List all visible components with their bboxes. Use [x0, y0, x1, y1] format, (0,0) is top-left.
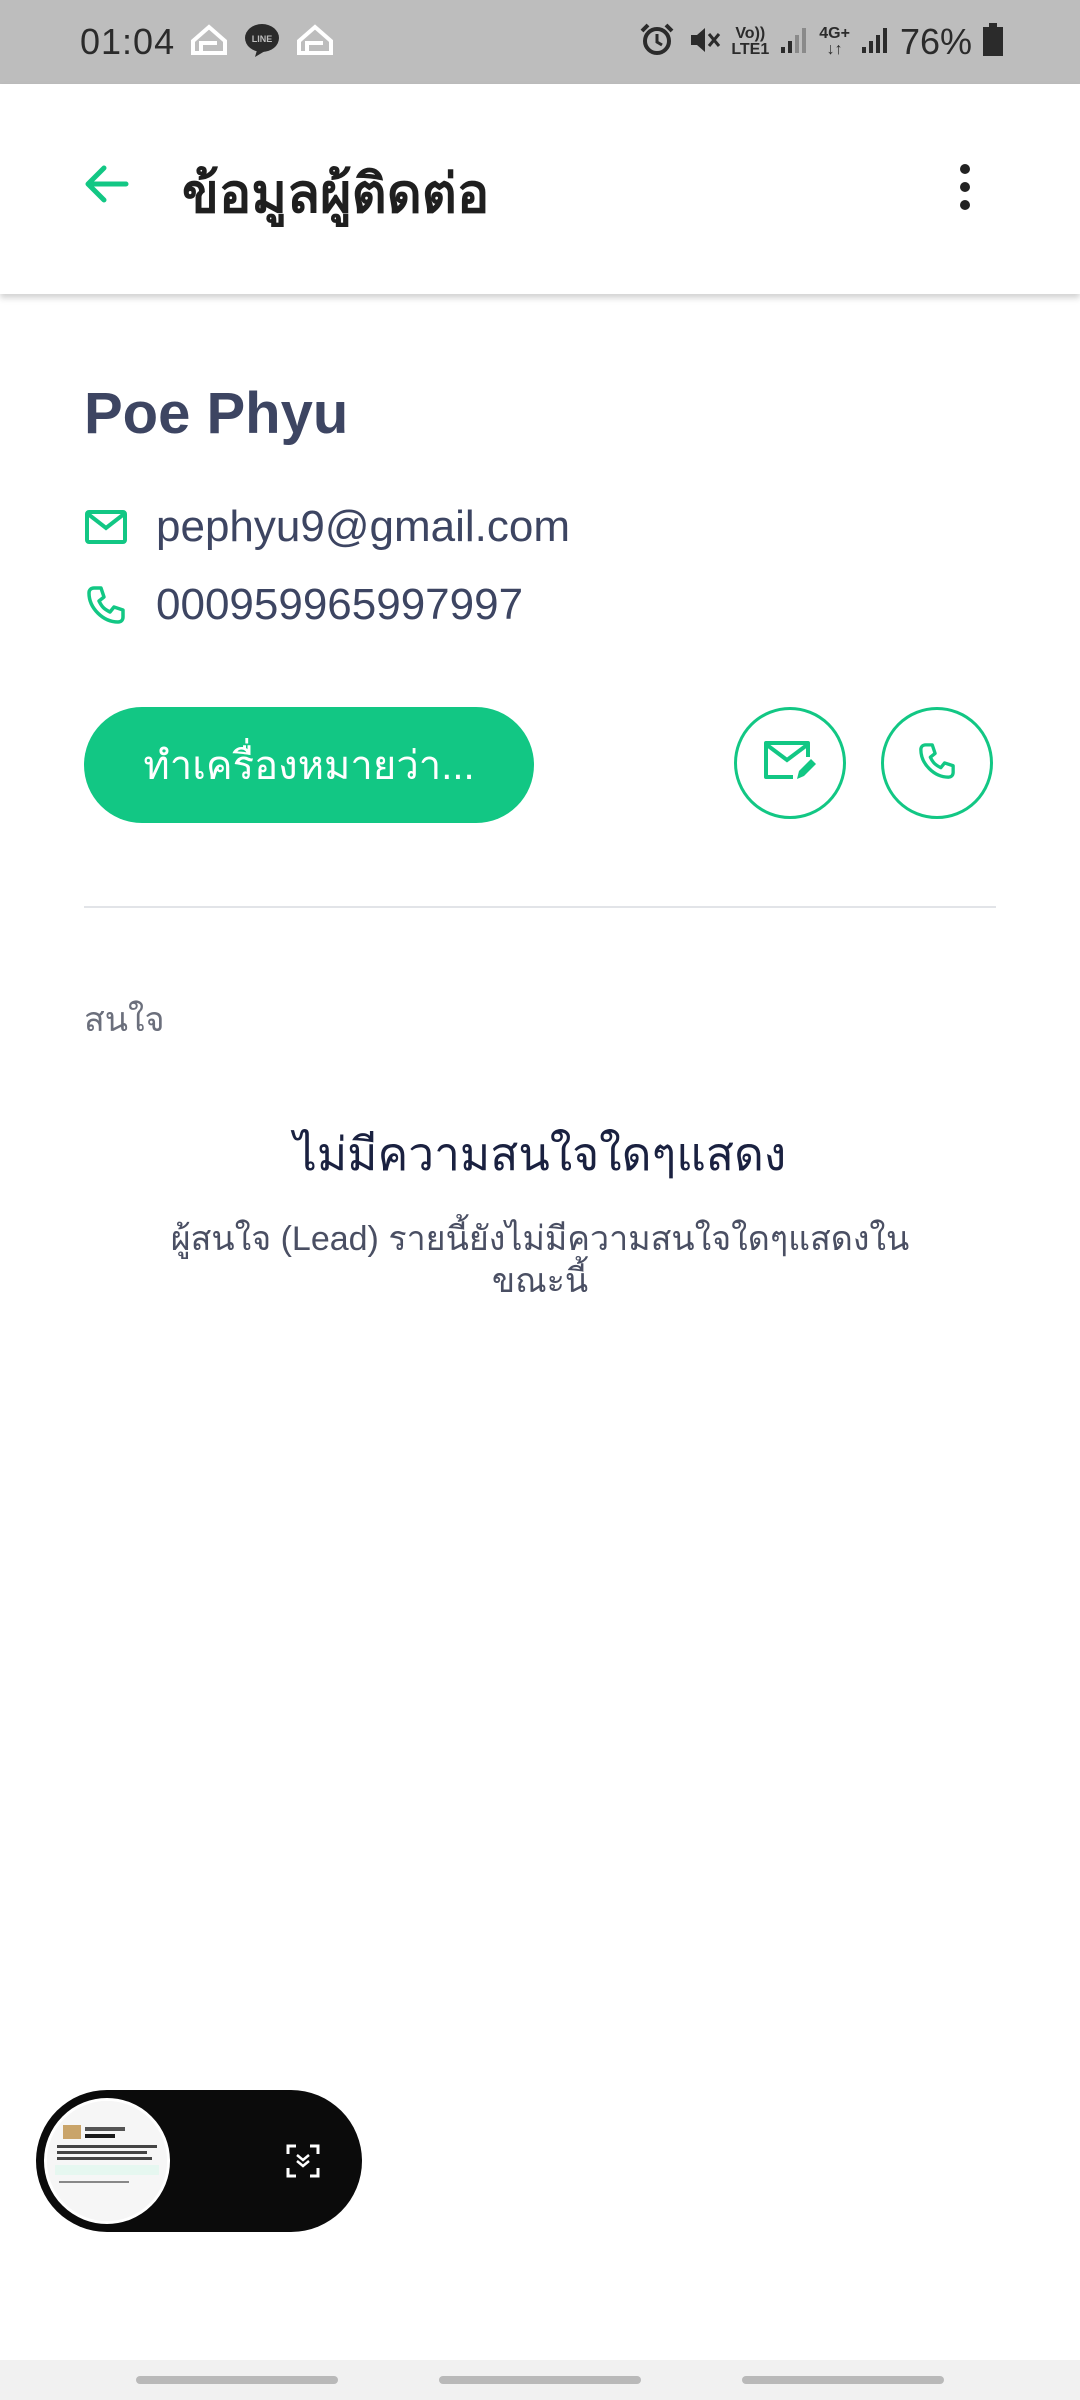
status-left: 01:04 LINE [80, 21, 335, 63]
home-icon [189, 23, 229, 62]
volte-label: Vo)) LTE1 [731, 26, 769, 58]
mute-icon [685, 22, 721, 63]
app-bar: ข้อมูลผู้ติดต่อ [0, 84, 1080, 294]
floating-preview-pill[interactable] [36, 2090, 362, 2232]
more-options-button[interactable] [940, 154, 990, 224]
empty-state-title: ไม่มีความสนใจใดๆแสดง [293, 1128, 787, 1180]
send-email-button[interactable] [734, 707, 846, 819]
interests-section-label: สนใจ [84, 1001, 165, 1039]
signal-icon [860, 25, 890, 60]
back-button[interactable] [76, 156, 136, 216]
home-icon [295, 23, 335, 62]
status-bar: 01:04 LINE Vo)) LTE1 4G+ ↓↑ 76% [0, 0, 1080, 84]
contact-name: Poe Phyu [84, 381, 349, 446]
arrow-left-icon [82, 163, 130, 210]
expand-icon[interactable] [282, 2140, 324, 2182]
volte-text: Vo)) [735, 25, 766, 42]
contact-phone: 000959965997997 [156, 580, 524, 629]
phone-icon [918, 742, 956, 785]
battery-icon [982, 22, 1004, 62]
email-edit-icon [763, 739, 817, 788]
status-right: Vo)) LTE1 4G+ ↓↑ 76% [639, 21, 1004, 63]
status-time: 01:04 [80, 21, 176, 62]
empty-state-description: ผู้สนใจ (Lead) รายนี้ยังไม่มีความสนใจใดๆ… [170, 1220, 910, 1300]
phone-icon [84, 583, 128, 627]
alarm-icon [639, 22, 675, 63]
mark-as-button[interactable]: ทำเครื่องหมายว่า... [84, 707, 534, 823]
divider [84, 906, 996, 908]
navigation-bar [0, 2360, 1080, 2400]
line-icon: LINE [243, 22, 281, 63]
call-button[interactable] [881, 707, 993, 819]
data-arrows-icon: ↓↑ [826, 41, 843, 58]
4g-label: 4G+ ↓↑ [819, 26, 850, 58]
4g-text: 4G+ [819, 25, 850, 42]
email-row[interactable]: pephyu9@gmail.com [84, 502, 570, 552]
mail-icon [84, 505, 128, 549]
lte-text: LTE1 [731, 41, 770, 58]
nav-home-handle[interactable] [439, 2376, 641, 2384]
contact-email: pephyu9@gmail.com [156, 502, 570, 551]
battery-percent: 76% [899, 21, 972, 62]
preview-thumbnail[interactable] [44, 2098, 170, 2224]
svg-text:LINE: LINE [252, 34, 273, 44]
signal-icon [779, 25, 809, 60]
nav-back-handle[interactable] [742, 2376, 944, 2384]
phone-row[interactable]: 000959965997997 [84, 580, 523, 630]
more-vertical-icon [958, 163, 972, 216]
page-title: ข้อมูลผู้ติดต่อ [182, 164, 490, 224]
nav-recents-handle[interactable] [136, 2376, 338, 2384]
